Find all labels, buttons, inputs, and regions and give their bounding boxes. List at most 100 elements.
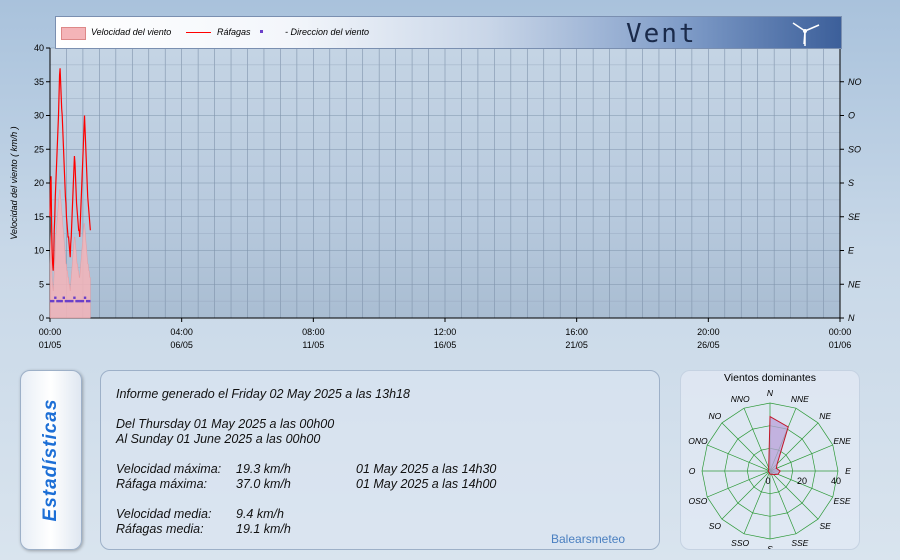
- direction-point: [75, 299, 78, 303]
- period-from: Del Thursday 01 May 2025 a las 00h00: [116, 417, 335, 431]
- wind-rose: N NNE NE ENE E ESE SE SSE S SSO SO OSO O ONO NO NNO 0 20 4…: [688, 388, 851, 549]
- y2-tick-label: SO: [848, 144, 861, 154]
- rose-spoke: [721, 422, 771, 472]
- y-tick-label: 10: [34, 246, 44, 256]
- rose-direction-label: NNE: [791, 394, 809, 404]
- y2-tick-label: S: [848, 178, 854, 188]
- rose-direction-label: NNO: [731, 394, 750, 404]
- wind-turbine-icon: [792, 22, 820, 46]
- statistics-panel: Informe generado el Friday 02 May 2025 a…: [100, 370, 660, 550]
- rose-scale-label: 40: [831, 476, 841, 486]
- legend-banner: Velocidad del viento Ráfagas - Direccion…: [55, 16, 842, 49]
- y2-tick-label: N: [848, 313, 855, 323]
- direction-point: [64, 299, 68, 303]
- max-gust-value: 37.0 km/h: [236, 477, 291, 491]
- x-tick-label-time: 04:00: [170, 327, 193, 337]
- legend-swatch-direction: [260, 30, 263, 33]
- rose-direction-label: NO: [708, 411, 721, 421]
- legend-speed: Velocidad del viento: [91, 27, 172, 37]
- y2-tick-label: E: [848, 246, 855, 256]
- y-tick-label: 15: [34, 212, 44, 222]
- direction-point: [68, 299, 72, 303]
- brand-label[interactable]: Balearsmeteo: [551, 532, 625, 546]
- direction-point: [85, 299, 89, 303]
- direction-point: [49, 299, 53, 303]
- rose-data-polygon: [767, 415, 789, 476]
- direction-point: [83, 296, 87, 299]
- rose-direction-label: SO: [709, 521, 722, 531]
- rose-direction-label: E: [845, 466, 851, 476]
- legend-direction: - Direccion del viento: [285, 27, 370, 37]
- y-tick-label: 20: [34, 178, 44, 188]
- direction-point: [71, 299, 74, 303]
- direction-point: [54, 296, 57, 299]
- avg-gust-label: Ráfagas media:: [116, 522, 204, 536]
- avg-speed-value: 9.4 km/h: [236, 507, 284, 521]
- y2-tick-label: SE: [848, 212, 861, 222]
- y-tick-label: 25: [34, 144, 44, 154]
- rose-direction-label: SSO: [731, 538, 749, 548]
- legend-swatch-speed: [61, 27, 86, 40]
- rose-direction-label: O: [689, 466, 696, 476]
- rose-direction-label: ENE: [833, 436, 851, 446]
- max-speed-value: 19.3 km/h: [236, 462, 291, 476]
- direction-point: [66, 299, 70, 303]
- legend-swatch-gust: [186, 32, 211, 33]
- rose-direction-label: OSO: [688, 496, 707, 506]
- max-gust-label: Ráfaga máxima:: [116, 477, 208, 491]
- y2-tick-label: NO: [848, 77, 862, 87]
- x-tick-label-time: 00:00: [39, 327, 62, 337]
- y-tick-label: 35: [34, 77, 44, 87]
- max-speed-when: 01 May 2025 a las 14h30: [356, 462, 497, 476]
- y2-tick-label: O: [848, 111, 855, 121]
- direction-point: [62, 296, 66, 299]
- rose-direction-label: N: [767, 388, 774, 398]
- x-tick-label-time: 12:00: [434, 327, 457, 337]
- header-title: Vent: [626, 19, 697, 49]
- direction-point: [77, 299, 80, 303]
- x-tick-label-time: 20:00: [697, 327, 720, 337]
- direction-point: [79, 299, 82, 303]
- statistics-tab[interactable]: Estadísticas: [20, 370, 82, 550]
- direction-point: [60, 299, 63, 303]
- direction-point: [88, 299, 91, 303]
- legend-gust: Ráfagas: [217, 27, 251, 37]
- x-tick-label-date: 01/06: [829, 340, 852, 350]
- rose-direction-label: S: [767, 544, 773, 549]
- x-tick-label-time: 00:00: [829, 327, 852, 337]
- statistics-tab-label: Estadísticas: [40, 398, 61, 522]
- report-generated: Informe generado el Friday 02 May 2025 a…: [116, 387, 410, 401]
- rose-scale-label: 0: [765, 476, 770, 486]
- x-tick-label-time: 16:00: [565, 327, 588, 337]
- avg-gust-value: 19.1 km/h: [236, 522, 291, 536]
- y2-tick-label: NE: [848, 279, 861, 289]
- direction-point: [81, 299, 85, 303]
- x-tick-label-date: 06/05: [170, 340, 193, 350]
- avg-speed-label: Velocidad media:: [116, 507, 212, 521]
- rose-spoke: [721, 470, 771, 520]
- direction-point: [56, 299, 59, 303]
- x-tick-label-date: 01/05: [39, 340, 62, 350]
- y-tick-label: 5: [39, 279, 44, 289]
- rose-direction-label: SE: [819, 521, 831, 531]
- direction-point: [58, 299, 61, 303]
- y-tick-label: 30: [34, 111, 44, 121]
- rose-direction-label: NE: [819, 411, 831, 421]
- direction-point: [51, 299, 55, 303]
- y-tick-label: 40: [34, 43, 44, 53]
- period-to: Al Sunday 01 June 2025 a las 00h00: [116, 432, 321, 446]
- rose-direction-label: ONO: [688, 436, 708, 446]
- max-gust-when: 01 May 2025 a las 14h00: [356, 477, 497, 491]
- x-tick-label-date: 16/05: [434, 340, 457, 350]
- wind-rose-panel: Vientos dominantes N NNE NE ENE E ESE SE SSE S SS…: [680, 370, 860, 550]
- max-speed-label: Velocidad máxima:: [116, 462, 222, 476]
- rose-spoke: [769, 470, 819, 520]
- x-tick-label-date: 26/05: [697, 340, 720, 350]
- y-tick-label: 0: [39, 313, 44, 323]
- direction-point: [73, 296, 76, 299]
- y-axis-label: Velocidad del viento ( km/h ): [9, 126, 19, 239]
- x-tick-label-time: 08:00: [302, 327, 325, 337]
- rose-scale-label: 20: [797, 476, 807, 486]
- x-tick-label-date: 11/05: [302, 340, 324, 350]
- rose-direction-label: ESE: [834, 496, 851, 506]
